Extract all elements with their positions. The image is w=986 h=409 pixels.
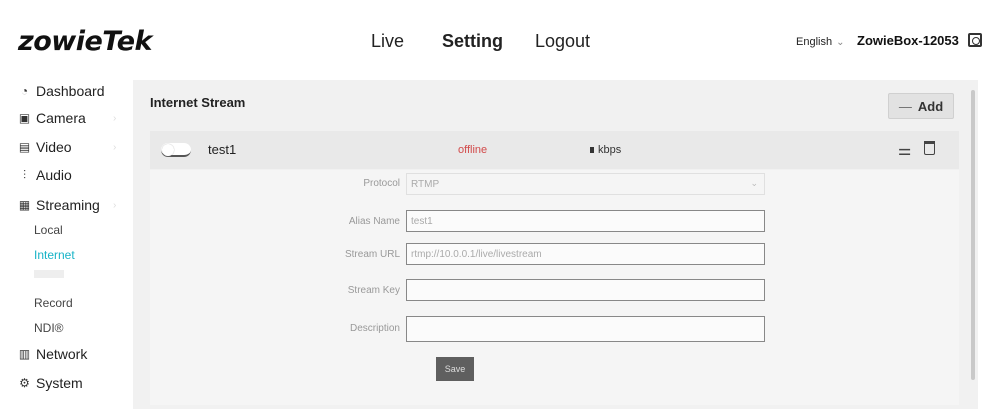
stream-toggle[interactable]: [161, 143, 191, 157]
sidebar-item-camera[interactable]: ▣ Camera ›: [18, 110, 117, 126]
alias-label: Alias Name: [348, 216, 400, 227]
video-icon: ▤: [18, 139, 31, 154]
device-name: ZowieBox-12053: [857, 33, 959, 48]
alias-input[interactable]: test1: [406, 210, 765, 232]
sidebar-sub-local[interactable]: Local: [34, 223, 63, 237]
protocol-select[interactable]: RTMP ⌄: [406, 173, 765, 195]
chevron-icon: ›: [113, 199, 117, 211]
sidebar-item-label: Audio: [36, 167, 72, 183]
add-stream-button[interactable]: — Add: [888, 93, 954, 119]
settings-sliders-icon[interactable]: ⚌: [898, 141, 911, 159]
description-input[interactable]: [406, 316, 765, 342]
sidebar-item-network[interactable]: ▥ Network: [18, 346, 88, 362]
chevron-down-icon: ⌄: [750, 178, 758, 188]
sidebar-item-audio[interactable]: ⫶ Audio: [18, 167, 72, 183]
sidebar-item-label: Dashboard: [36, 83, 105, 99]
audio-icon: ⫶: [22, 167, 26, 182]
nav-setting[interactable]: Setting: [442, 31, 503, 52]
sidebar-item-label: Video: [36, 139, 72, 155]
protocol-value: RTMP: [411, 179, 440, 190]
camera-icon: ▣: [18, 110, 31, 125]
chevron-down-icon: ⌄: [836, 37, 845, 48]
bitrate-unit: kbps: [598, 144, 622, 156]
sidebar-item-dashboard[interactable]: ◔ Dashboard: [18, 83, 105, 99]
language-selector[interactable]: English ⌄: [796, 36, 844, 48]
sidebar-item-label: Network: [36, 346, 88, 362]
trash-icon[interactable]: [924, 141, 935, 155]
network-icon: ▥: [18, 346, 31, 361]
stream-form: Protocol RTMP ⌄ Alias Name test1 Stream …: [150, 170, 959, 405]
nav-live[interactable]: Live: [371, 31, 404, 52]
camera-snapshot-icon[interactable]: [968, 33, 982, 47]
main-panel: Internet Stream — Add test1 offline kbps …: [133, 80, 978, 409]
add-label: Add: [917, 98, 944, 114]
protocol-label: Protocol: [363, 178, 400, 189]
bitrate-dot: [590, 147, 594, 153]
top-header: zowieTek Live Setting Logout English ⌄ Zo…: [0, 0, 986, 80]
dashboard-icon: ◔: [20, 83, 29, 98]
scrollbar[interactable]: [971, 90, 975, 380]
zowietek-logo[interactable]: zowieTek: [18, 26, 152, 57]
sidebar-sub-placeholder: [34, 270, 64, 278]
sidebar: ◔ Dashboard ▣ Camera › ▤ Video › ⫶ Audio ▦ St…: [0, 80, 128, 409]
stream-row[interactable]: test1 offline kbps ⚌: [150, 131, 959, 169]
sidebar-sub-internet[interactable]: Internet: [34, 248, 75, 262]
section-title: Internet Stream: [150, 95, 246, 110]
toggle-knob: [162, 144, 174, 156]
sidebar-item-streaming[interactable]: ▦ Streaming ›: [18, 197, 117, 213]
stream-bitrate: kbps: [590, 144, 621, 156]
sidebar-sub-record[interactable]: Record: [34, 296, 73, 310]
sidebar-sub-ndi[interactable]: NDI®: [34, 321, 64, 335]
stream-url-input[interactable]: rtmp://10.0.0.1/live/livestream: [406, 243, 765, 265]
language-label: English: [796, 36, 833, 48]
sidebar-item-label: Camera: [36, 110, 86, 126]
key-label: Stream Key: [347, 285, 400, 296]
streaming-icon: ▦: [18, 197, 31, 212]
sidebar-item-system[interactable]: ⚙ System: [18, 375, 83, 391]
chevron-icon: ›: [113, 112, 117, 124]
nav-logout[interactable]: Logout: [535, 31, 590, 52]
sidebar-item-video[interactable]: ▤ Video ›: [18, 139, 117, 155]
stream-status: offline: [458, 144, 488, 156]
url-label: Stream URL: [344, 249, 400, 260]
chevron-icon: ›: [113, 141, 117, 153]
save-button[interactable]: Save: [436, 357, 474, 381]
sidebar-item-label: Streaming: [36, 197, 100, 213]
description-label: Description: [349, 323, 400, 334]
stream-key-input[interactable]: [406, 279, 765, 301]
stream-name: test1: [208, 142, 237, 157]
sidebar-item-label: System: [36, 375, 83, 391]
gear-icon: ⚙: [19, 375, 30, 390]
plus-icon: —: [898, 98, 912, 114]
